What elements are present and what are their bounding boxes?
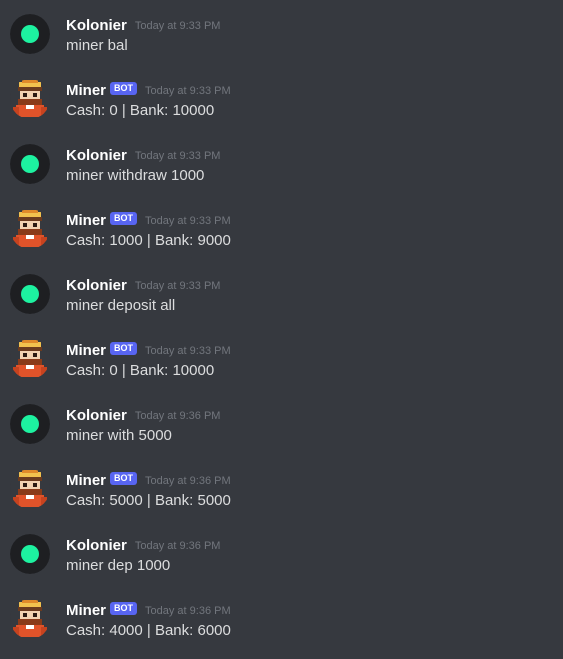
message-content: Cash: 0 | Bank: 10000 <box>66 102 215 119</box>
message-header: Kolonier Today at 9:33 PM <box>66 14 220 36</box>
bot-tag: BOT <box>110 81 138 95</box>
message-header: Miner BOT Today at 9:36 PM <box>66 599 231 621</box>
pixel-miner-avatar-icon <box>10 469 50 509</box>
username[interactable]: Miner <box>66 342 106 359</box>
timestamp[interactable]: Today at 9:33 PM <box>145 215 231 227</box>
user-avatar[interactable] <box>10 404 50 444</box>
message-header: Miner BOT Today at 9:33 PM <box>66 209 231 231</box>
message-header: Kolonier Today at 9:36 PM <box>66 534 220 556</box>
bot-avatar[interactable] <box>10 209 50 249</box>
timestamp[interactable]: Today at 9:33 PM <box>135 20 221 32</box>
message-content: Cash: 4000 | Bank: 6000 <box>66 622 231 639</box>
user-avatar[interactable] <box>10 534 50 574</box>
username[interactable]: Miner <box>66 212 106 229</box>
message-item: Kolonier Today at 9:36 PM miner dep 1000 <box>0 534 563 594</box>
bot-tag: BOT <box>110 471 138 485</box>
message-header: Kolonier Today at 9:33 PM <box>66 144 220 166</box>
bot-tag: BOT <box>110 601 138 615</box>
message-content: miner withdraw 1000 <box>66 167 205 184</box>
bot-avatar[interactable] <box>10 339 50 379</box>
message-content: Cash: 0 | Bank: 10000 <box>66 362 215 379</box>
user-avatar[interactable] <box>10 274 50 314</box>
pixel-miner-avatar-icon <box>10 339 50 379</box>
username[interactable]: Miner <box>66 472 106 489</box>
pixel-miner-avatar-icon <box>10 209 50 249</box>
green-dot-avatar-icon <box>10 274 50 314</box>
timestamp[interactable]: Today at 9:36 PM <box>135 540 221 552</box>
message-content: Cash: 5000 | Bank: 5000 <box>66 492 231 509</box>
pixel-miner-avatar-icon <box>10 599 50 639</box>
message-item: Kolonier Today at 9:33 PM miner bal <box>0 14 563 74</box>
bot-tag: BOT <box>110 211 138 225</box>
message-item: Miner BOT Today at 9:33 PM Cash: 0 | Ban… <box>0 79 563 139</box>
timestamp[interactable]: Today at 9:33 PM <box>145 345 231 357</box>
green-dot-avatar-icon <box>10 144 50 184</box>
message-item: Miner BOT Today at 9:33 PM Cash: 1000 | … <box>0 209 563 269</box>
timestamp[interactable]: Today at 9:33 PM <box>135 150 221 162</box>
message-header: Miner BOT Today at 9:33 PM <box>66 339 231 361</box>
username[interactable]: Kolonier <box>66 277 127 294</box>
bot-avatar[interactable] <box>10 599 50 639</box>
green-dot-avatar-icon <box>10 404 50 444</box>
user-avatar[interactable] <box>10 144 50 184</box>
user-avatar[interactable] <box>10 14 50 54</box>
message-item: Miner BOT Today at 9:36 PM Cash: 4000 | … <box>0 599 563 659</box>
timestamp[interactable]: Today at 9:36 PM <box>135 410 221 422</box>
username[interactable]: Kolonier <box>66 147 127 164</box>
message-header: Miner BOT Today at 9:33 PM <box>66 79 231 101</box>
message-content: miner deposit all <box>66 297 176 314</box>
green-dot-avatar-icon <box>10 14 50 54</box>
username[interactable]: Miner <box>66 82 106 99</box>
username[interactable]: Kolonier <box>66 537 127 554</box>
username[interactable]: Kolonier <box>66 17 127 34</box>
message-content: miner dep 1000 <box>66 557 171 574</box>
chat-messages: Kolonier Today at 9:33 PM miner bal Mine… <box>0 0 563 657</box>
username[interactable]: Kolonier <box>66 407 127 424</box>
timestamp[interactable]: Today at 9:36 PM <box>145 605 231 617</box>
message-header: Kolonier Today at 9:36 PM <box>66 404 220 426</box>
message-header: Miner BOT Today at 9:36 PM <box>66 469 231 491</box>
timestamp[interactable]: Today at 9:33 PM <box>145 85 231 97</box>
timestamp[interactable]: Today at 9:33 PM <box>135 280 221 292</box>
message-content: miner with 5000 <box>66 427 172 444</box>
green-dot-avatar-icon <box>10 534 50 574</box>
bot-tag: BOT <box>110 341 138 355</box>
message-content: miner bal <box>66 37 128 54</box>
bot-avatar[interactable] <box>10 469 50 509</box>
message-item: Miner BOT Today at 9:36 PM Cash: 5000 | … <box>0 469 563 529</box>
bot-avatar[interactable] <box>10 79 50 119</box>
message-item: Miner BOT Today at 9:33 PM Cash: 0 | Ban… <box>0 339 563 399</box>
message-header: Kolonier Today at 9:33 PM <box>66 274 220 296</box>
message-item: Kolonier Today at 9:36 PM miner with 500… <box>0 404 563 464</box>
message-item: Kolonier Today at 9:33 PM miner withdraw… <box>0 144 563 204</box>
username[interactable]: Miner <box>66 602 106 619</box>
message-item: Kolonier Today at 9:33 PM miner deposit … <box>0 274 563 334</box>
timestamp[interactable]: Today at 9:36 PM <box>145 475 231 487</box>
pixel-miner-avatar-icon <box>10 79 50 119</box>
message-content: Cash: 1000 | Bank: 9000 <box>66 232 231 249</box>
